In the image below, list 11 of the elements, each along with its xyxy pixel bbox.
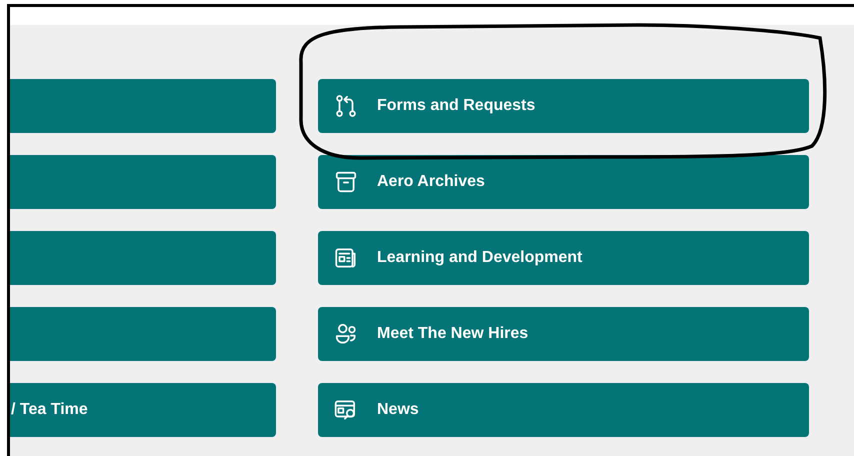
nav-tile[interactable]: / Tea Time (10, 383, 276, 437)
nav-tile[interactable] (10, 155, 276, 209)
nav-tile[interactable]: News (318, 383, 809, 437)
nav-tile[interactable] (10, 307, 276, 361)
nav-tile[interactable]: Aero Archives (318, 155, 809, 209)
nav-tile[interactable]: Learning and Development (318, 231, 809, 285)
nav-tile[interactable] (10, 231, 276, 285)
nav-tile[interactable]: Forms and Requests (318, 79, 809, 133)
archive-icon (333, 169, 359, 195)
nav-tile[interactable] (10, 79, 276, 133)
nav-tile[interactable]: Meet The New Hires (318, 307, 809, 361)
